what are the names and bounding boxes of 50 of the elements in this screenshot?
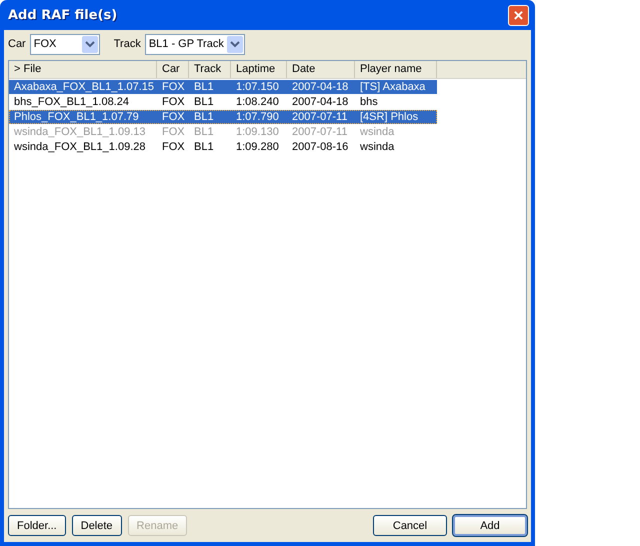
table-row[interactable]: Axabaxa_FOX_BL1_1.07.15 FOX BL1 1:07.150 2007-04-18 [TS] Axabaxa bbox=[9, 80, 437, 94]
table-cell-text: wsinda_FOX_BL1_1.09.13 bbox=[13, 125, 146, 139]
table-cell-text: 2007-04-18 bbox=[291, 80, 350, 94]
table-cell-text: wsinda_FOX_BL1_1.09.28 bbox=[13, 140, 146, 154]
column-header[interactable]: > File bbox=[9, 61, 157, 78]
table-cell-text: 1:07.150 bbox=[235, 80, 280, 94]
dialog-button[interactable]: Folder... bbox=[8, 515, 66, 536]
table-cell-text: wsinda bbox=[359, 125, 396, 139]
dialog-button[interactable]: Delete bbox=[72, 515, 122, 536]
dialog-button[interactable]: Add bbox=[453, 515, 527, 536]
table-cell-text: FOX bbox=[161, 125, 186, 139]
column-header[interactable]: Car bbox=[157, 61, 189, 78]
table-cell-text: bhs bbox=[359, 95, 379, 109]
dropdown[interactable]: BL1 - GP Track bbox=[144, 34, 245, 54]
table-cell-text: BL1 bbox=[193, 125, 215, 139]
table-cell-text: 2007-04-18 bbox=[291, 95, 350, 109]
table-cell-text: 2007-08-16 bbox=[291, 140, 350, 154]
window-title: Add RAF file(s) bbox=[8, 8, 118, 22]
column-header[interactable]: Date bbox=[287, 61, 355, 78]
table-cell-text: FOX bbox=[161, 80, 186, 94]
table-cell-text: 1:09.280 bbox=[235, 140, 280, 154]
table-cell-text: [TS] Axabaxa bbox=[359, 80, 426, 94]
table-cell-text: 2007-07-11 bbox=[291, 110, 348, 124]
table-cell-text: BL1 bbox=[193, 140, 215, 154]
table-cell-text: 1:08.240 bbox=[235, 95, 280, 109]
table-cell-text: BL1 bbox=[193, 80, 215, 94]
table-cell-text: Phlos_FOX_BL1_1.07.79 bbox=[13, 110, 140, 124]
table-cell-text: wsinda bbox=[359, 140, 396, 154]
close-button[interactable]: × bbox=[508, 4, 529, 26]
column-header[interactable]: Player name bbox=[355, 61, 437, 78]
column-header[interactable]: Track bbox=[189, 61, 231, 78]
filter-label: Car bbox=[8, 38, 26, 50]
filter-label: Track bbox=[114, 38, 141, 50]
table-row[interactable]: Phlos_FOX_BL1_1.07.79 FOX BL1 1:07.790 2007-07-11 [4SR] Phlos bbox=[9, 110, 437, 124]
table-cell-text: 1:09.130 bbox=[235, 125, 280, 139]
table-row[interactable]: bhs_FOX_BL1_1.08.24 FOX BL1 1:08.240 2007-04-18 bhs bbox=[9, 95, 437, 109]
table-row[interactable]: wsinda_FOX_BL1_1.09.28 FOX BL1 1:09.280 2007-08-16 wsinda bbox=[9, 140, 437, 154]
table-cell-text: BL1 bbox=[193, 110, 215, 124]
table-cell-text: FOX bbox=[161, 140, 186, 154]
dialog-button[interactable]: Cancel bbox=[373, 515, 447, 536]
table-cell-text: FOX bbox=[161, 110, 186, 124]
column-header[interactable]: Laptime bbox=[231, 61, 287, 78]
table-cell-text: BL1 bbox=[193, 95, 215, 109]
table-cell-text: Axabaxa_FOX_BL1_1.07.15 bbox=[13, 80, 156, 94]
table-cell-text: 2007-07-11 bbox=[291, 125, 348, 139]
table-cell-text: 1:07.790 bbox=[235, 110, 280, 124]
table-cell-text: [4SR] Phlos bbox=[359, 110, 420, 124]
table-cell-text: bhs_FOX_BL1_1.08.24 bbox=[13, 95, 130, 109]
dropdown[interactable]: FOX bbox=[30, 34, 100, 54]
table-cell-text: FOX bbox=[161, 95, 186, 109]
